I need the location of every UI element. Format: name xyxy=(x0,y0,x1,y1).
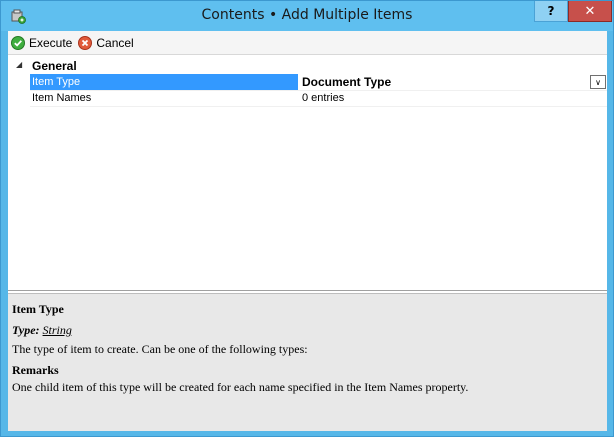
cancel-label: Cancel xyxy=(96,35,134,50)
window-title: Contents • Add Multiple Items xyxy=(201,7,413,23)
chevron-down-icon: ∨ xyxy=(595,77,601,87)
collapse-triangle-icon[interactable]: ◢ xyxy=(16,60,22,69)
client-area: Execute Cancel ◢ General Item Type Docum… xyxy=(8,31,607,431)
property-grid: ◢ General Item Type Document Type ∨ Item… xyxy=(8,56,607,291)
property-row-item-type[interactable]: Item Type Document Type ∨ xyxy=(30,74,607,90)
close-button[interactable]: ✕ xyxy=(568,1,612,22)
property-row-item-names[interactable]: Item Names 0 entries xyxy=(30,90,607,106)
check-icon xyxy=(11,35,25,50)
category-label: General xyxy=(32,59,77,73)
dialog-window: Contents • Add Multiple Items ? ✕ Execut… xyxy=(0,0,614,437)
cancel-icon xyxy=(78,35,93,50)
execute-label: Execute xyxy=(29,35,73,50)
remarks-text: One child item of this type will be crea… xyxy=(12,380,469,394)
cancel-button[interactable]: Cancel xyxy=(78,33,134,53)
property-value[interactable]: 0 entries xyxy=(302,90,607,106)
property-name[interactable]: Item Names xyxy=(30,90,298,106)
type-prefix: Type: xyxy=(12,323,40,337)
property-name[interactable]: Item Type xyxy=(30,74,298,90)
category-general[interactable]: ◢ General xyxy=(8,58,607,73)
help-button[interactable]: ? xyxy=(534,1,568,22)
description-pane: Item Type Type: String The type of item … xyxy=(8,293,607,431)
remarks-heading: Remarks xyxy=(12,363,59,377)
description-text: The type of item to create. Can be one o… xyxy=(12,342,308,356)
description-type: Type: String xyxy=(12,323,603,338)
description-title: Item Type xyxy=(12,302,64,316)
toolbar: Execute Cancel xyxy=(8,31,607,55)
property-value[interactable]: Document Type xyxy=(302,74,607,90)
execute-button[interactable]: Execute xyxy=(11,33,72,53)
title-bar[interactable]: Contents • Add Multiple Items ? ✕ xyxy=(1,1,613,31)
dropdown-button[interactable]: ∨ xyxy=(590,75,606,89)
type-link[interactable]: String xyxy=(43,323,72,337)
row-divider xyxy=(30,106,607,107)
